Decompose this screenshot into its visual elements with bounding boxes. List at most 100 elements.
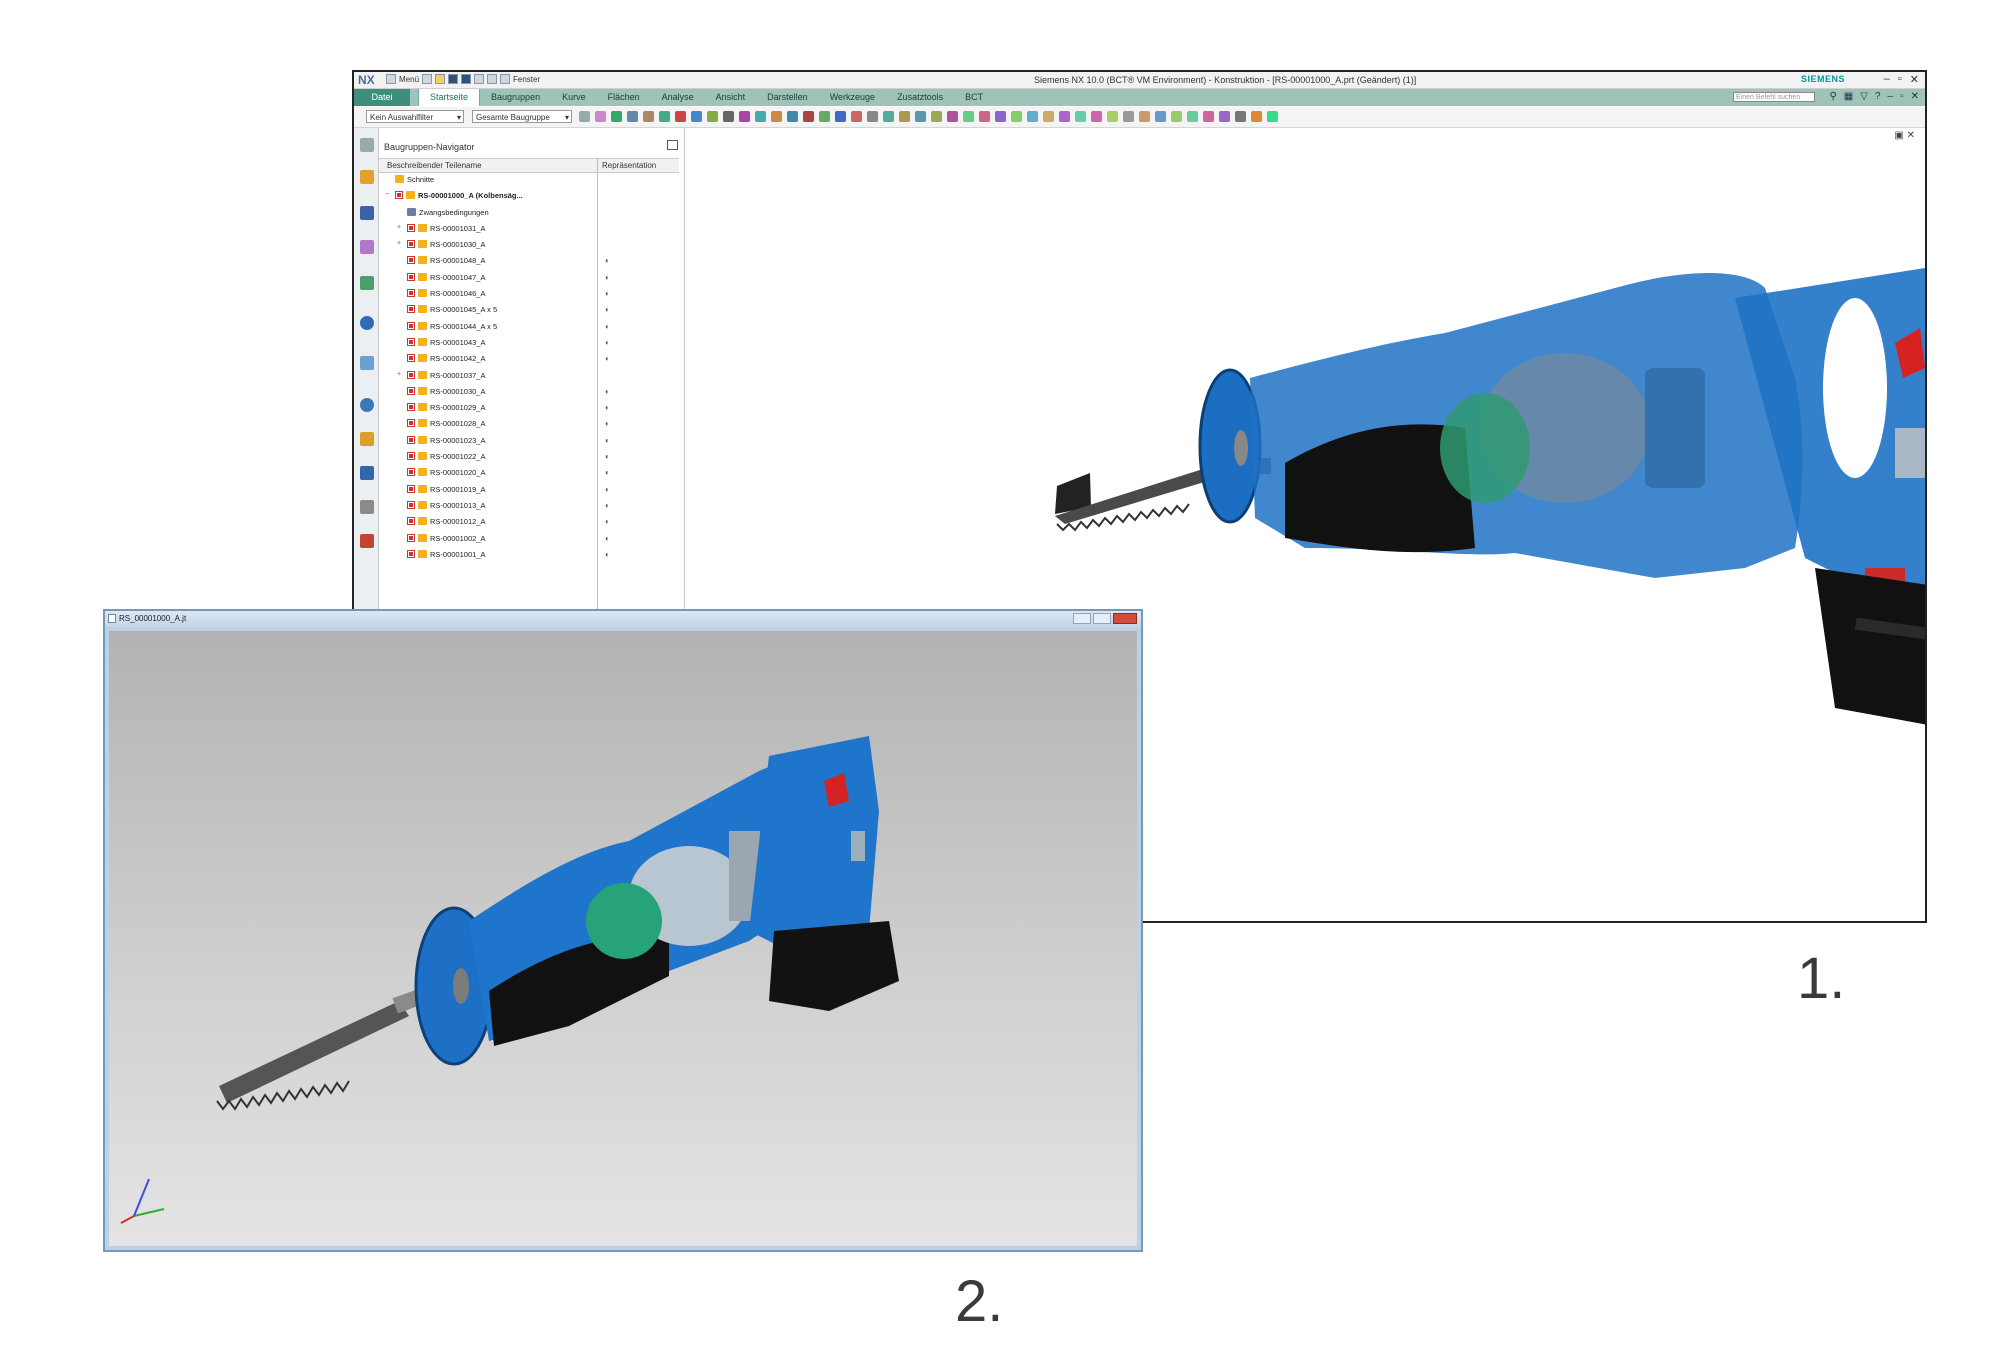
tree-row[interactable]: RS-00001022_A ◐ bbox=[379, 449, 679, 465]
toolbar-command-icon[interactable] bbox=[931, 111, 942, 122]
toolbar-command-icon[interactable] bbox=[1075, 111, 1086, 122]
teamcenter-icon[interactable] bbox=[360, 534, 374, 548]
toolbar-command-icon[interactable] bbox=[819, 111, 830, 122]
tree-row[interactable]: RS-00001044_A x 5 ◐ bbox=[379, 319, 679, 335]
toolbar-command-icon[interactable] bbox=[659, 111, 670, 122]
visibility-checkbox[interactable] bbox=[407, 272, 415, 281]
tab-kurve[interactable]: Kurve bbox=[551, 89, 597, 106]
tab-bct[interactable]: BCT bbox=[954, 89, 994, 106]
assembly-scope-dropdown[interactable]: Gesamte Baugruppe bbox=[472, 110, 572, 123]
doc-restore-icon[interactable]: ▫ bbox=[1900, 91, 1904, 102]
toolbar-command-icon[interactable] bbox=[1267, 111, 1278, 122]
close-icon[interactable]: ✕ bbox=[1910, 73, 1919, 86]
toolbar-command-icon[interactable] bbox=[867, 111, 878, 122]
search-icon[interactable]: ⚲ bbox=[1829, 91, 1836, 102]
pin-icon[interactable] bbox=[667, 140, 678, 150]
tree-row[interactable]: + RS-00001030_A bbox=[379, 237, 679, 253]
toolbar-command-icon[interactable] bbox=[691, 111, 702, 122]
toolbar-command-icon[interactable] bbox=[1091, 111, 1102, 122]
redo-icon[interactable] bbox=[487, 74, 498, 84]
toolbar-command-icon[interactable] bbox=[627, 111, 638, 122]
toolbar-command-icon[interactable] bbox=[899, 111, 910, 122]
toolbar-command-icon[interactable] bbox=[835, 111, 846, 122]
visibility-checkbox[interactable] bbox=[407, 484, 415, 493]
tree-row[interactable]: RS-00001047_A ◐ bbox=[379, 270, 679, 286]
settings-icon[interactable] bbox=[360, 138, 374, 152]
new-file-icon[interactable] bbox=[422, 74, 433, 84]
tree-row[interactable]: RS-00001045_A x 5 ◐ bbox=[379, 302, 679, 318]
visibility-checkbox[interactable] bbox=[407, 337, 415, 346]
tab-analyse[interactable]: Analyse bbox=[651, 89, 705, 106]
toolbar-command-icon[interactable] bbox=[739, 111, 750, 122]
expand-toggle-icon[interactable]: + bbox=[397, 240, 401, 247]
customize-icon[interactable]: ▽ bbox=[1860, 91, 1868, 102]
toolbar-command-icon[interactable] bbox=[1235, 111, 1246, 122]
visibility-checkbox[interactable] bbox=[407, 370, 415, 379]
tree-row[interactable]: RS-00001048_A ◐ bbox=[379, 253, 679, 269]
tree-row[interactable]: RS-00001030_A ◐ bbox=[379, 384, 679, 400]
system-scene-icon[interactable] bbox=[360, 466, 374, 480]
tree-row[interactable]: RS-00001046_A ◐ bbox=[379, 286, 679, 302]
visibility-checkbox[interactable] bbox=[407, 305, 415, 314]
constraint-navigator-icon[interactable] bbox=[360, 206, 374, 220]
viewer-close-button[interactable] bbox=[1113, 613, 1137, 624]
selection-filter-dropdown[interactable]: Kein Auswahlfilter bbox=[366, 110, 464, 123]
toolbar-command-icon[interactable] bbox=[1251, 111, 1262, 122]
toolbar-command-icon[interactable] bbox=[611, 111, 622, 122]
toolbar-command-icon[interactable] bbox=[1203, 111, 1214, 122]
reuse-library-icon[interactable] bbox=[360, 276, 374, 290]
toolbar-command-icon[interactable] bbox=[595, 111, 606, 122]
window-list-icon[interactable] bbox=[500, 74, 511, 84]
toolbar-command-icon[interactable] bbox=[1155, 111, 1166, 122]
tree-row[interactable]: RS-00001028_A ◐ bbox=[379, 416, 679, 432]
toolbar-command-icon[interactable] bbox=[771, 111, 782, 122]
save-icon[interactable] bbox=[448, 74, 459, 84]
toolbar-command-icon[interactable] bbox=[1139, 111, 1150, 122]
toolbar-command-icon[interactable] bbox=[787, 111, 798, 122]
column-representation-header[interactable]: Repräsentation bbox=[602, 161, 656, 170]
visibility-checkbox[interactable] bbox=[407, 289, 415, 298]
tab-ansicht[interactable]: Ansicht bbox=[705, 89, 757, 106]
expand-toggle-icon[interactable]: − bbox=[385, 191, 389, 198]
tab-fl-chen[interactable]: Flächen bbox=[597, 89, 651, 106]
visibility-checkbox[interactable] bbox=[407, 452, 415, 461]
web-browser-icon[interactable] bbox=[360, 316, 374, 330]
tree-row[interactable]: Schnitte bbox=[379, 172, 679, 188]
visibility-checkbox[interactable] bbox=[407, 500, 415, 509]
toolbar-command-icon[interactable] bbox=[1123, 111, 1134, 122]
visibility-checkbox[interactable] bbox=[407, 354, 415, 363]
visibility-checkbox[interactable] bbox=[407, 435, 415, 444]
column-name-header[interactable]: Beschreibender Teilename bbox=[387, 161, 482, 170]
toolbar-command-icon[interactable] bbox=[803, 111, 814, 122]
tree-row[interactable]: − RS-00001000_A (Kolbensäg... bbox=[379, 188, 679, 204]
visibility-checkbox[interactable] bbox=[407, 549, 415, 558]
toolbar-command-icon[interactable] bbox=[1011, 111, 1022, 122]
toolbar-command-icon[interactable] bbox=[643, 111, 654, 122]
tree-row[interactable]: RS-00001012_A ◐ bbox=[379, 514, 679, 530]
expand-toggle-icon[interactable]: + bbox=[397, 224, 401, 231]
undo-icon[interactable] bbox=[474, 74, 485, 84]
toolbar-command-icon[interactable] bbox=[979, 111, 990, 122]
toolbar-command-icon[interactable] bbox=[579, 111, 590, 122]
viewer-minimize-button[interactable] bbox=[1073, 613, 1091, 624]
visibility-checkbox[interactable] bbox=[407, 240, 415, 249]
command-search-input[interactable]: Einen Befehl suchen bbox=[1733, 92, 1815, 102]
toolbar-command-icon[interactable] bbox=[883, 111, 894, 122]
visibility-checkbox[interactable] bbox=[407, 386, 415, 395]
palette-icon[interactable] bbox=[360, 356, 374, 370]
tab-zusatztools[interactable]: Zusatztools bbox=[886, 89, 954, 106]
viewer-maximize-button[interactable] bbox=[1093, 613, 1111, 624]
toolbar-command-icon[interactable] bbox=[995, 111, 1006, 122]
toolbar-command-icon[interactable] bbox=[963, 111, 974, 122]
toolbar-command-icon[interactable] bbox=[851, 111, 862, 122]
toolbar-command-icon[interactable] bbox=[915, 111, 926, 122]
tab-baugruppen[interactable]: Baugruppen bbox=[480, 89, 551, 106]
part-navigator-icon[interactable] bbox=[360, 240, 374, 254]
visibility-checkbox[interactable] bbox=[407, 468, 415, 477]
tree-row[interactable]: RS-00001029_A ◐ bbox=[379, 400, 679, 416]
tree-row[interactable]: RS-00001042_A ◐ bbox=[379, 351, 679, 367]
doc-minimize-icon[interactable]: – bbox=[1888, 91, 1894, 102]
toolbar-command-icon[interactable] bbox=[1219, 111, 1230, 122]
toolbar-command-icon[interactable] bbox=[1027, 111, 1038, 122]
visibility-checkbox[interactable] bbox=[407, 223, 415, 232]
